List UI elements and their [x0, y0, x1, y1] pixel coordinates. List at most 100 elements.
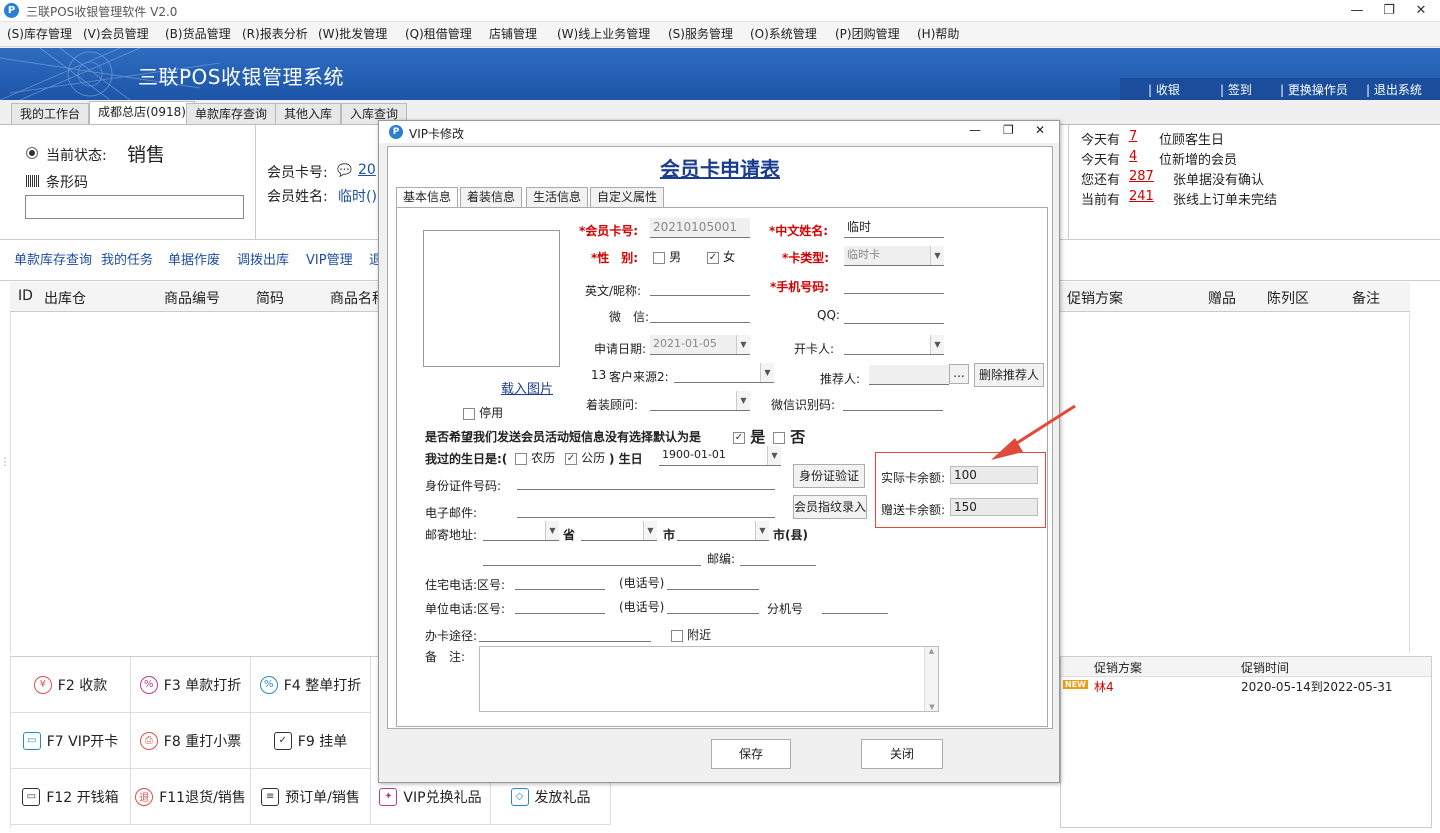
checkin-link[interactable]: | 签到: [1220, 81, 1252, 98]
tab-custom-attr[interactable]: 自定义属性: [590, 187, 665, 208]
card-type-select[interactable]: 临时卡 ▼: [844, 246, 944, 266]
nearby-checkbox[interactable]: 附近: [671, 626, 711, 643]
preorder-sale-button[interactable]: ≡ 预订单/销售: [251, 769, 371, 825]
tab-store[interactable]: 成都总店(0918): [89, 101, 195, 125]
stat-birthday-count[interactable]: 7: [1129, 129, 1137, 144]
status-radio[interactable]: [26, 147, 38, 159]
quicklink-vip-manage[interactable]: VIP管理: [306, 249, 353, 268]
chevron-down-icon: ▼: [767, 446, 781, 465]
close-button[interactable]: 关闭: [861, 739, 943, 769]
nickname-field[interactable]: [650, 276, 750, 296]
stat-unconfirmed-count[interactable]: 287: [1129, 169, 1154, 184]
quicklink-transfer-out[interactable]: 调拨出库: [237, 249, 289, 268]
remark-textarea[interactable]: ▲ ▼: [479, 646, 939, 712]
menu-inventory[interactable]: (S)库存管理: [7, 22, 72, 47]
minimize-icon[interactable]: —: [969, 123, 981, 137]
member-card-value[interactable]: 20: [358, 162, 376, 178]
lunar-checkbox[interactable]: 农历: [515, 449, 555, 466]
female-checkbox[interactable]: ✓ 女: [707, 248, 735, 265]
home-phone-field[interactable]: [667, 570, 759, 590]
menu-system[interactable]: (O)系统管理: [750, 22, 817, 47]
email-field[interactable]: [517, 498, 775, 518]
zip-field[interactable]: [740, 546, 816, 566]
menu-reports[interactable]: (R)报表分析: [242, 22, 308, 47]
f2-collect-button[interactable]: ¥ F2 收款: [11, 657, 131, 713]
f3-item-discount-button[interactable]: % F3 单款打折: [131, 657, 251, 713]
phone-field[interactable]: [844, 274, 944, 294]
menu-online[interactable]: (W)线上业务管理: [557, 22, 650, 47]
country-select[interactable]: ▼: [483, 521, 559, 541]
remove-referrer-button[interactable]: 删除推荐人: [974, 363, 1044, 387]
menu-wholesale[interactable]: (W)批发管理: [318, 22, 387, 47]
promotion-row[interactable]: NEW 林4 2020-05-14到2022-05-31: [1061, 677, 1431, 695]
f9-hold-order-button[interactable]: ✓ F9 挂单: [251, 713, 371, 769]
disable-checkbox[interactable]: 停用: [463, 404, 503, 421]
opener-select[interactable]: ▼: [844, 335, 944, 355]
province-select[interactable]: ▼: [581, 521, 657, 541]
restore-icon[interactable]: ❐: [1003, 123, 1014, 137]
f4-order-discount-button[interactable]: % F4 整单打折: [251, 657, 371, 713]
promotion-period: 2020-05-14到2022-05-31: [1241, 680, 1393, 694]
qq-field[interactable]: [844, 304, 944, 324]
menu-member[interactable]: (V)会员管理: [83, 22, 149, 47]
ext-field[interactable]: [822, 594, 888, 614]
menu-help[interactable]: (H)帮助: [917, 22, 959, 47]
load-image-link[interactable]: 载入图片: [501, 378, 553, 397]
minimize-icon[interactable]: —: [1342, 2, 1372, 20]
change-operator-link[interactable]: | 更换操作员: [1280, 81, 1348, 98]
f12-open-drawer-button[interactable]: ▭ F12 开钱箱: [11, 769, 131, 825]
wechat-field[interactable]: [650, 303, 750, 323]
city-select[interactable]: ▼: [677, 521, 769, 541]
menu-groupbuy[interactable]: (P)团购管理: [835, 22, 900, 47]
window-titlebar: P 三联POS收银管理软件 V2.0 — ❐ ✕: [0, 0, 1440, 22]
channel-field[interactable]: [479, 622, 651, 642]
menu-service[interactable]: (S)服务管理: [668, 22, 733, 47]
work-area-field[interactable]: [515, 594, 605, 614]
f11-return-sale-button[interactable]: 退 F11退货/销售: [131, 769, 251, 825]
advisor-select[interactable]: ▼: [650, 391, 750, 411]
cn-name-field[interactable]: 临时: [844, 218, 944, 238]
male-checkbox[interactable]: 男: [653, 248, 681, 265]
home-area-field[interactable]: [515, 570, 605, 590]
stat-new-member-count[interactable]: 4: [1129, 149, 1137, 164]
sms-no-checkbox[interactable]: 否: [773, 426, 805, 447]
tab-life-info[interactable]: 生活信息: [526, 187, 589, 208]
tab-dress-info[interactable]: 着装信息: [460, 187, 523, 208]
chevron-down-icon: ▼: [643, 521, 657, 540]
save-button[interactable]: 保存: [711, 739, 791, 769]
stat-online-order-count[interactable]: 241: [1129, 189, 1154, 204]
menu-rental[interactable]: (Q)租借管理: [405, 22, 472, 47]
fingerprint-button[interactable]: 会员指纹录入: [793, 495, 867, 519]
close-icon[interactable]: ✕: [1406, 2, 1436, 20]
menu-goods[interactable]: (B)货品管理: [165, 22, 231, 47]
apply-date-picker[interactable]: 2021-01-05 ▼: [650, 335, 750, 355]
tab-other-inbound[interactable]: 其他入库: [275, 103, 342, 125]
close-icon[interactable]: ✕: [1035, 123, 1045, 137]
tab-basic-info[interactable]: 基本信息: [396, 187, 459, 208]
tab-stock-query[interactable]: 单款库存查询: [186, 103, 277, 125]
id-verify-button[interactable]: 身份证验证: [793, 464, 865, 488]
id-field[interactable]: [517, 470, 775, 490]
f7-vip-open-card-button[interactable]: ▭ F7 VIP开卡: [11, 713, 131, 769]
work-phone-field[interactable]: [667, 594, 759, 614]
sms-yes-checkbox[interactable]: ✓ 是: [733, 426, 765, 447]
nickname-label: 英文/昵称:: [585, 284, 642, 298]
birthday-picker[interactable]: 1900-01-01 ▼: [659, 446, 781, 466]
cashier-link[interactable]: | 收银: [1148, 81, 1180, 98]
quicklink-my-tasks[interactable]: 我的任务: [101, 249, 153, 268]
referrer-pick-button[interactable]: ...: [949, 364, 969, 384]
exit-system-link[interactable]: | 退出系统: [1366, 81, 1422, 98]
barcode-input[interactable]: [25, 195, 244, 219]
restore-icon[interactable]: ❐: [1374, 2, 1404, 20]
source-select[interactable]: ▼: [674, 363, 774, 383]
f8-reprint-receipt-button[interactable]: ⎙ F8 重打小票: [131, 713, 251, 769]
tab-workbench[interactable]: 我的工作台: [11, 103, 90, 125]
wechat-id-field[interactable]: [843, 391, 943, 411]
quicklink-void-doc[interactable]: 单据作废: [168, 249, 220, 268]
splitter-handle[interactable]: ⋮: [0, 458, 10, 475]
address-detail-field[interactable]: [483, 546, 701, 566]
solar-checkbox[interactable]: ✓ 公历: [565, 449, 605, 466]
menu-store[interactable]: 店铺管理: [489, 22, 537, 47]
quicklink-stock-query[interactable]: 单款库存查询: [14, 249, 92, 268]
scrollbar[interactable]: ▲ ▼: [924, 647, 938, 711]
